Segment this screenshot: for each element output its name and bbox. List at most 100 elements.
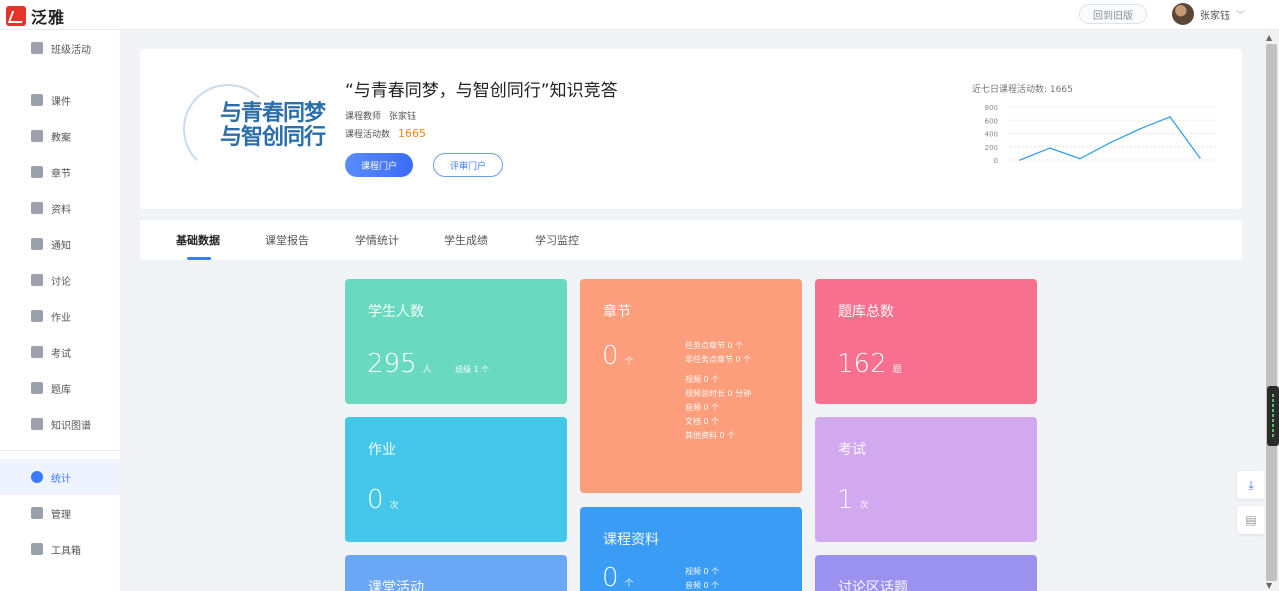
- sidebar-item-discussion[interactable]: 讨论: [0, 262, 120, 298]
- sidebar-item-exam[interactable]: 考试: [0, 334, 120, 370]
- card-discussion-topics[interactable]: 讨论区话题: [815, 555, 1037, 591]
- lesson-plan-icon: [31, 130, 43, 142]
- active-tab-indicator: [187, 257, 211, 260]
- card-students[interactable]: 学生人数 295 人 班级 1 个: [345, 279, 567, 404]
- speaker-icon: [31, 238, 43, 250]
- card-exam[interactable]: 考试 1次: [815, 417, 1037, 542]
- detail-line: 任务点章节 0 个: [685, 341, 744, 350]
- data-point: [1079, 157, 1081, 160]
- teacher-name: 张家钰: [389, 112, 417, 122]
- old-version-button[interactable]: 回到旧版: [1079, 4, 1147, 24]
- card-homework[interactable]: 作业 0次: [345, 417, 567, 542]
- card-unit: 个: [624, 579, 634, 589]
- teacher-label: 课程教师: [345, 112, 382, 122]
- sidebar: 班级活动 课件 教案 章节 资料 通知 讨论 作业 考试 题库 知识图谱 统计 …: [0, 30, 120, 591]
- card-value-row: 162 题: [837, 349, 902, 379]
- series-line: [1019, 116, 1201, 161]
- logo-icon: [6, 6, 26, 26]
- sidebar-item-notice[interactable]: 通知: [0, 226, 120, 262]
- card-question-bank[interactable]: 题库总数 162 题: [815, 279, 1037, 404]
- materials-details: 视频 0 个 音频 0 个: [685, 565, 719, 591]
- detail-line: 非任务点章节 0 个: [685, 355, 752, 364]
- detail-line: 视频总时长 0 分钟: [685, 389, 752, 398]
- card-chapters[interactable]: 章节 0个 任务点章节 0 个 非任务点章节 0 个 视频 0 个 视频总时长 …: [580, 279, 802, 493]
- feedback-button[interactable]: ▤: [1237, 506, 1265, 534]
- teacher-row: 课程教师 张家钰: [345, 109, 416, 122]
- course-cover-image: 与青春同梦 与智创同行: [175, 74, 330, 184]
- sidebar-item-label: 知识图谱: [51, 420, 91, 432]
- card-value-row: 295 人: [367, 349, 432, 379]
- sidebar-item-chapter[interactable]: 章节: [0, 154, 120, 190]
- sidebar-item-label: 工具箱: [51, 545, 81, 557]
- download-button[interactable]: ⤓: [1237, 471, 1265, 499]
- detail-line: 音频 0 个: [685, 403, 720, 412]
- review-portal-button[interactable]: 评审门户: [433, 153, 503, 177]
- card-value: 0: [602, 341, 619, 371]
- card-value: 0: [602, 563, 619, 591]
- course-portal-button[interactable]: 课程门户: [345, 153, 413, 177]
- card-title: 课程资料: [603, 532, 659, 548]
- gear-icon: [31, 507, 43, 519]
- chart-plot: 800 600 400 200 0: [985, 104, 1216, 165]
- card-title: 讨论区话题: [838, 580, 908, 591]
- tab-learning-monitor[interactable]: 学习监控: [535, 232, 579, 248]
- cover-text: 与青春同梦 与智创同行: [220, 102, 326, 150]
- scroll-up-icon[interactable]: ▲: [1266, 33, 1272, 42]
- card-class-activity[interactable]: 课堂活动: [345, 555, 567, 591]
- tab-class-report[interactable]: 课堂报告: [265, 232, 309, 248]
- pie-chart-icon: [31, 471, 43, 483]
- y-tick-label: 800: [985, 104, 998, 112]
- card-unit: 次: [389, 501, 399, 511]
- sidebar-item-label: 章节: [51, 168, 71, 180]
- sidebar-item-label: 课件: [51, 96, 71, 108]
- sidebar-item-manage[interactable]: 管理: [0, 495, 120, 531]
- card-unit: 人: [422, 365, 432, 375]
- sidebar-item-label: 通知: [51, 240, 71, 252]
- card-title: 题库总数: [838, 304, 894, 320]
- sidebar-item-lesson-plan[interactable]: 教案: [0, 118, 120, 154]
- sidebar-item-question-bank[interactable]: 题库: [0, 370, 120, 406]
- knowledge-graph-icon: [31, 418, 43, 430]
- chat-icon: [31, 274, 43, 286]
- sidebar-item-label: 讨论: [51, 276, 71, 288]
- sidebar-item-label: 统计: [51, 473, 71, 485]
- scroll-down-icon[interactable]: ▼: [1266, 581, 1272, 590]
- data-point: [1199, 157, 1201, 159]
- card-title: 章节: [603, 304, 631, 320]
- sidebar-item-statistics[interactable]: 统计: [0, 459, 120, 495]
- data-point: [1139, 128, 1141, 130]
- card-title: 作业: [368, 442, 396, 458]
- y-tick-label: 0: [994, 157, 998, 165]
- tab-basic-data[interactable]: 基础数据: [176, 232, 220, 248]
- sidebar-item-courseware[interactable]: 课件: [0, 82, 120, 118]
- brand-logo[interactable]: 泛雅: [6, 4, 65, 28]
- card-course-materials[interactable]: 课程资料 0个 视频 0 个 音频 0 个: [580, 507, 802, 591]
- class-count: 班级 1 个: [455, 365, 490, 374]
- sidebar-item-materials[interactable]: 资料: [0, 190, 120, 226]
- sidebar-item-label: 教案: [51, 132, 71, 144]
- sidebar-item-homework[interactable]: 作业: [0, 298, 120, 334]
- course-info-card: 与青春同梦 与智创同行 “与青春同梦，与智创同行”知识竞答 课程教师 张家钰 课程…: [140, 49, 1242, 209]
- card-value-row: 0个: [602, 563, 634, 591]
- sidebar-item-label: 资料: [51, 204, 71, 216]
- brand-name: 泛雅: [31, 8, 66, 27]
- scrollbar-thumb[interactable]: [1266, 44, 1277, 581]
- card-title: 考试: [838, 442, 866, 458]
- top-bar: 泛雅 回到旧版 张家钰 ﹀: [0, 0, 1279, 30]
- data-point: [1019, 159, 1021, 161]
- grid-icon: [31, 42, 43, 54]
- side-panel-handle[interactable]: [1267, 386, 1279, 446]
- sidebar-item-toolbox[interactable]: 工具箱: [0, 531, 120, 567]
- cover-line-2: 与智创同行: [220, 125, 326, 150]
- tab-learning-stats[interactable]: 学情统计: [355, 232, 399, 248]
- detail-line: 文档 0 个: [685, 417, 720, 426]
- download-icon: ⤓: [1248, 477, 1254, 492]
- detail-line: 其他资料 0 个: [685, 431, 736, 440]
- sidebar-item-knowledge-graph[interactable]: 知识图谱: [0, 406, 120, 442]
- tab-student-grades[interactable]: 学生成绩: [444, 232, 488, 248]
- sidebar-item-class-activity[interactable]: 班级活动: [0, 30, 120, 66]
- user-menu[interactable]: 张家钰 ﹀: [1172, 3, 1245, 25]
- sidebar-item-label: 考试: [51, 348, 71, 360]
- card-unit: 个: [624, 357, 634, 367]
- sidebar-divider: [0, 450, 120, 451]
